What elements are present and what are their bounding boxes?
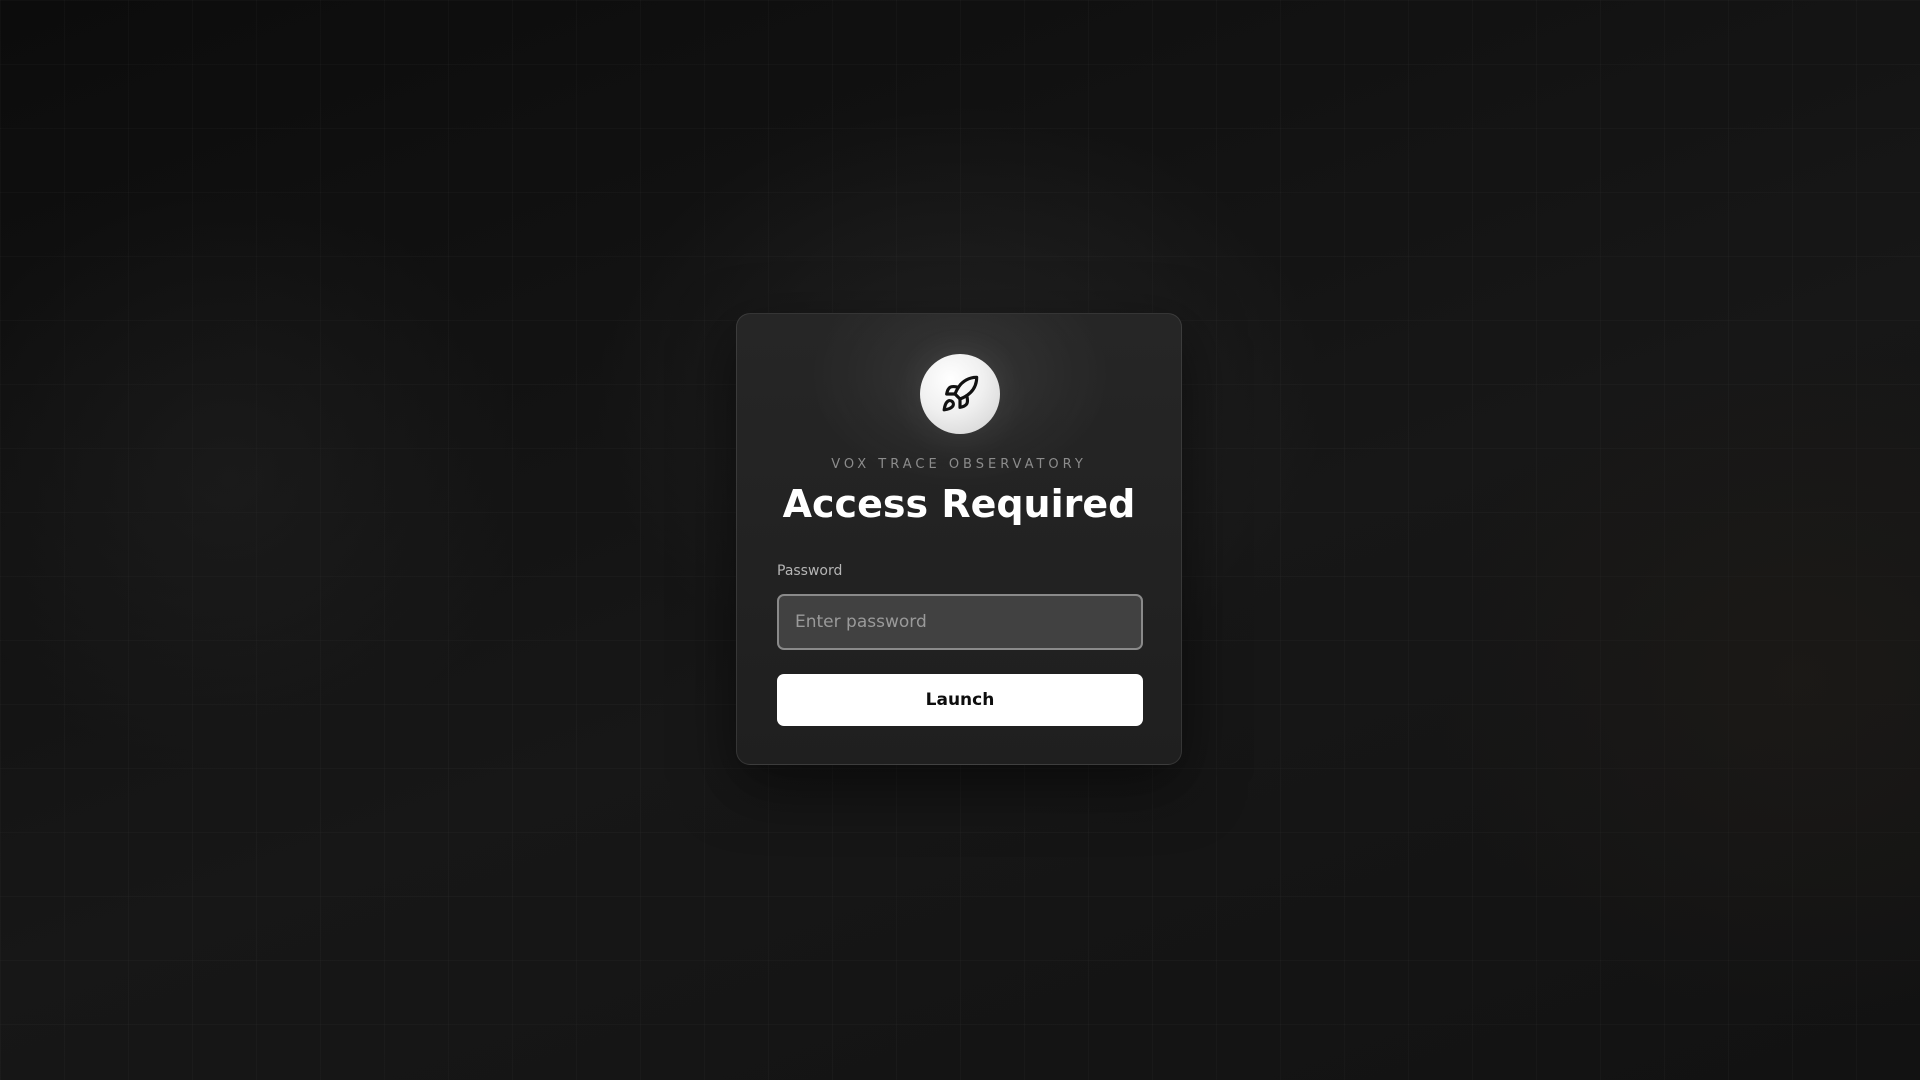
rocket-icon	[942, 375, 979, 412]
password-label: Password	[777, 563, 843, 579]
brand-name: VOX TRACE OBSERVATORY	[831, 457, 1087, 472]
logo-badge	[920, 354, 1000, 434]
page-title: Access Required	[782, 482, 1136, 526]
launch-button[interactable]: Launch	[777, 674, 1143, 726]
password-input[interactable]	[777, 594, 1143, 650]
login-card: VOX TRACE OBSERVATORY Access Required Pa…	[736, 313, 1182, 765]
